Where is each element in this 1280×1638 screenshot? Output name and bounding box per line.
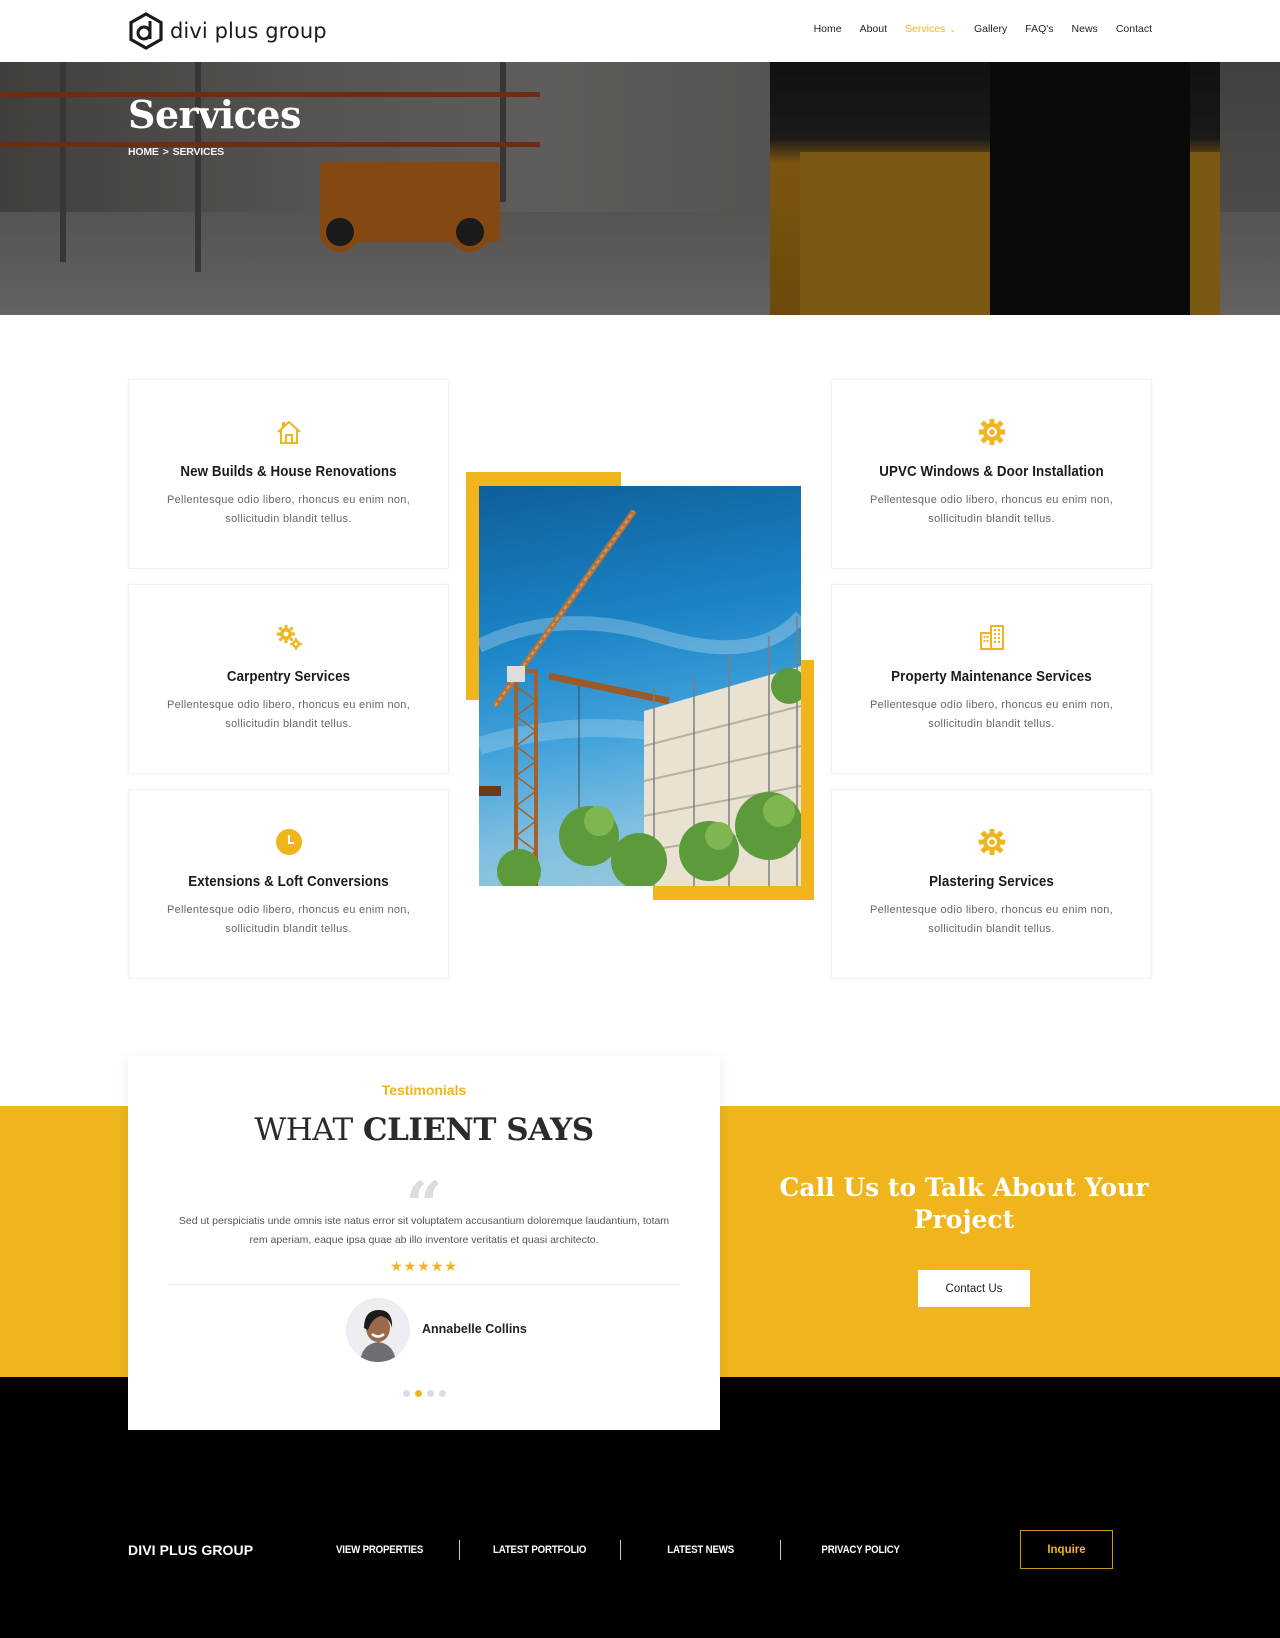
logo-link[interactable]: divi plus group	[128, 12, 327, 50]
nav-home[interactable]: Home	[805, 23, 851, 35]
service-description: Pellentesque odio libero, rhoncus eu eni…	[166, 494, 411, 525]
breadcrumb-separator: >	[162, 146, 169, 158]
service-description: Pellentesque odio libero, rhoncus eu eni…	[869, 494, 1114, 525]
service-title: Property Maintenance Services	[891, 669, 1092, 685]
breadcrumb-current: SERVICES	[172, 146, 225, 158]
gear-icon	[978, 829, 1005, 855]
service-card[interactable]: Extensions & Loft Conversions Pellentesq…	[128, 789, 449, 979]
service-card[interactable]: New Builds & House Renovations Pellentes…	[128, 379, 449, 569]
footer-nav: VIEW PROPERTIES LATEST PORTFOLIO LATEST …	[300, 1540, 940, 1560]
nav-label: Services	[905, 23, 946, 35]
footer-separator	[459, 1540, 461, 1560]
nav-services[interactable]: Services ⌄	[896, 23, 965, 35]
service-title: New Builds & House Renovations	[180, 464, 397, 480]
nav-label: Home	[813, 23, 842, 35]
nav-contact[interactable]: Contact	[1107, 23, 1152, 35]
construction-illustration	[479, 509, 801, 886]
cta-title: Call Us to Talk About Your Project	[779, 1173, 1149, 1234]
footer-brand: DIVI PLUS GROUP	[128, 1542, 254, 1558]
footer-separator	[619, 1540, 621, 1560]
construction-site-image	[479, 486, 801, 886]
inquire-button[interactable]: Inquire	[1020, 1530, 1113, 1569]
heading-light: WHAT	[254, 1112, 353, 1148]
site-header: divi plus group Home About Services ⌄ Gal…	[0, 0, 1280, 62]
slider-pagination	[128, 1390, 720, 1397]
testimonial-card: Testimonials WHAT CLIENT SAYS “ Sed ut p…	[128, 1056, 720, 1430]
star-rating: ★★★★★	[390, 1258, 458, 1274]
service-description: Pellentesque odio libero, rhoncus eu eni…	[869, 699, 1114, 730]
service-description: Pellentesque odio libero, rhoncus eu eni…	[166, 699, 411, 730]
logo-icon	[129, 12, 163, 50]
service-title: Extensions & Loft Conversions	[188, 874, 389, 890]
page-title: Services	[128, 92, 301, 137]
divider	[168, 1284, 680, 1285]
breadcrumb-home[interactable]: HOME	[128, 146, 159, 158]
slider-dot-active[interactable]	[414, 1390, 422, 1397]
gears-icon	[276, 625, 302, 650]
service-title: Plastering Services	[929, 874, 1054, 890]
nav-faqs[interactable]: FAQ's	[1016, 23, 1062, 35]
nav-label: FAQ's	[1025, 23, 1054, 35]
footer-link-privacy-policy[interactable]: PRIVACY POLICY	[790, 1544, 930, 1556]
testimonial-kicker: Testimonials	[381, 1082, 467, 1098]
service-description: Pellentesque odio libero, rhoncus eu eni…	[166, 904, 411, 935]
nav-gallery[interactable]: Gallery	[965, 23, 1016, 35]
service-title: Carpentry Services	[226, 669, 351, 685]
nav-label: News	[1071, 23, 1098, 35]
main-nav: Home About Services ⌄ Gallery FAQ's News …	[805, 23, 1152, 35]
person-portrait	[346, 1298, 410, 1362]
avatar	[346, 1298, 410, 1362]
service-card[interactable]: Plastering Services Pellentesque odio li…	[831, 789, 1152, 979]
slider-dot[interactable]	[402, 1390, 410, 1397]
service-card[interactable]: Property Maintenance Services Pellentesq…	[831, 584, 1152, 774]
footer-link-latest-news[interactable]: LATEST NEWS	[630, 1544, 770, 1556]
gear-icon	[978, 419, 1005, 445]
testimonial-heading: WHAT CLIENT SAYS	[128, 1112, 720, 1148]
breadcrumb: HOME > SERVICES	[128, 146, 224, 158]
nav-label: About	[859, 23, 888, 35]
testimonial-text: Sed ut perspiciatis unde omnis iste natu…	[178, 1215, 670, 1246]
house-icon	[276, 421, 301, 444]
buildings-icon	[979, 625, 1004, 650]
footer-link-latest-portfolio[interactable]: LATEST PORTFOLIO	[470, 1544, 610, 1556]
nav-about[interactable]: About	[851, 23, 896, 35]
slider-dot[interactable]	[438, 1390, 446, 1397]
construction-photo-frame	[466, 472, 814, 900]
footer-separator	[779, 1540, 781, 1560]
service-card[interactable]: Carpentry Services Pellentesque odio lib…	[128, 584, 449, 774]
logo-text: divi plus group	[170, 19, 327, 43]
contact-us-button[interactable]: Contact Us	[918, 1270, 1030, 1307]
testimonial-author: Annabelle Collins	[422, 1322, 527, 1336]
clock-icon	[275, 829, 302, 855]
nav-label: Contact	[1115, 23, 1152, 35]
service-title: UPVC Windows & Door Installation	[879, 464, 1104, 480]
footer-link-view-properties[interactable]: VIEW PROPERTIES	[310, 1544, 450, 1556]
service-description: Pellentesque odio libero, rhoncus eu eni…	[869, 904, 1114, 935]
nav-label: Gallery	[974, 23, 1008, 35]
slider-dot[interactable]	[426, 1390, 434, 1397]
heading-bold: CLIENT SAYS	[362, 1112, 594, 1148]
service-card[interactable]: UPVC Windows & Door Installation Pellent…	[831, 379, 1152, 569]
nav-news[interactable]: News	[1063, 23, 1107, 35]
chevron-down-icon: ⌄	[949, 24, 957, 34]
